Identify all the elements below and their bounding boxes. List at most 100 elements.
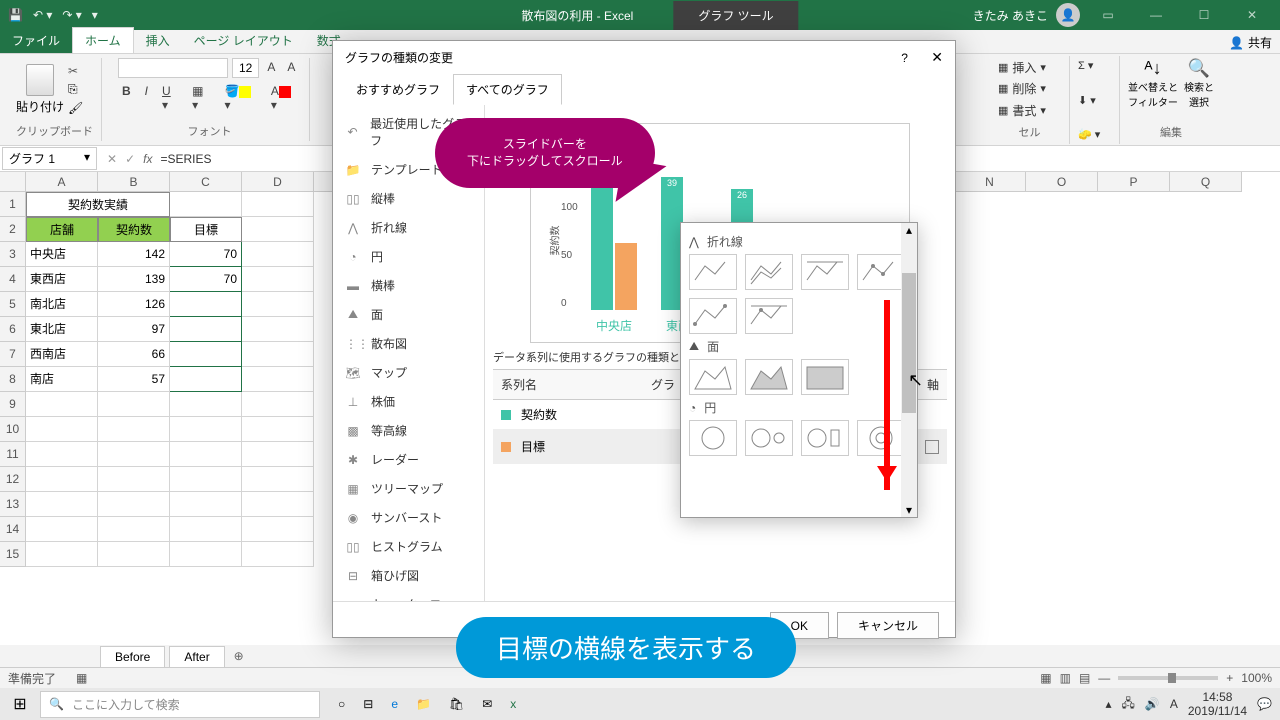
type-line[interactable]: ⋀折れ線 <box>333 213 484 242</box>
secondary-axis-checkbox[interactable] <box>925 440 939 454</box>
tab-file[interactable]: ファイル <box>0 28 72 53</box>
volume-icon[interactable]: 🔊 <box>1145 697 1160 711</box>
tab-all-charts[interactable]: すべてのグラフ <box>453 74 562 105</box>
type-column[interactable]: ▯▯縦棒 <box>333 184 484 213</box>
row-header[interactable]: 10 <box>0 417 26 442</box>
explorer-icon[interactable]: 📁 <box>416 697 431 711</box>
tab-home[interactable]: ホーム <box>72 27 134 53</box>
share-button[interactable]: 👤 共有 <box>1229 34 1272 51</box>
page-layout-icon[interactable]: ▥ <box>1060 671 1071 685</box>
minimize-icon[interactable]: — <box>1136 8 1176 22</box>
row-header[interactable]: 5 <box>0 292 26 317</box>
tab-insert[interactable]: 挿入 <box>134 28 182 53</box>
col-header[interactable]: P <box>1098 172 1170 192</box>
col-header[interactable]: B <box>98 172 170 192</box>
copy-icon[interactable]: ⎘ <box>68 82 83 97</box>
autosum-icon[interactable]: Σ ▾ <box>1078 58 1111 73</box>
cell-title[interactable]: 契約数実績 <box>26 192 170 217</box>
avatar[interactable]: 👤 <box>1056 3 1080 27</box>
row-header[interactable]: 13 <box>0 492 26 517</box>
clear-icon[interactable]: 🧽 ▾ <box>1078 127 1111 142</box>
cancel-formula-icon[interactable]: ✕ <box>107 152 117 166</box>
scrollbar-thumb[interactable] <box>902 273 916 413</box>
cell[interactable]: 126 <box>98 292 170 317</box>
tab-pagelayout[interactable]: ページ レイアウト <box>182 28 305 53</box>
fill-color-button[interactable]: 🪣 ▾ <box>221 82 261 114</box>
find-select-button[interactable]: 🔍 検索と 選択 <box>1184 58 1214 109</box>
line-markers-thumb[interactable] <box>857 254 905 290</box>
row-header[interactable]: 14 <box>0 517 26 542</box>
row-header[interactable]: 11 <box>0 442 26 467</box>
fx-icon[interactable]: fx <box>143 152 152 166</box>
area-plain-thumb[interactable] <box>689 359 737 395</box>
save-icon[interactable]: 💾 <box>8 8 23 22</box>
row-header[interactable]: 4 <box>0 267 26 292</box>
normal-view-icon[interactable]: ▦ <box>1040 671 1051 685</box>
type-radar[interactable]: ✱レーダー <box>333 445 484 474</box>
type-bar[interactable]: ▬横棒 <box>333 271 484 300</box>
pie-of-pie-thumb[interactable] <box>745 420 793 456</box>
type-area[interactable]: ⛰面 <box>333 300 484 329</box>
help-icon[interactable]: ? <box>901 51 908 65</box>
type-scatter[interactable]: ⋮⋮散布図 <box>333 329 484 358</box>
dialog-close-icon[interactable]: ✕ <box>931 49 943 65</box>
cell[interactable]: 97 <box>98 317 170 342</box>
zoom-in-icon[interactable]: + <box>1226 671 1233 685</box>
font-size-select[interactable]: 12 <box>232 58 259 78</box>
zoom-out-icon[interactable]: — <box>1098 671 1110 685</box>
new-sheet-icon[interactable]: ⊕ <box>229 649 249 663</box>
header-cell[interactable]: 店舗 <box>26 217 98 242</box>
paste-button[interactable]: 貼り付け <box>16 64 64 115</box>
grow-font-icon[interactable]: A <box>263 58 279 78</box>
italic-button[interactable]: I <box>141 82 152 114</box>
cell[interactable]: 東西店 <box>26 267 98 292</box>
cell[interactable]: 西南店 <box>26 342 98 367</box>
macro-record-icon[interactable]: ▦ <box>76 671 87 685</box>
formula-text[interactable]: =SERIES <box>160 152 211 166</box>
row-header[interactable]: 12 <box>0 467 26 492</box>
cut-icon[interactable]: ✂ <box>68 64 83 78</box>
col-header[interactable]: Q <box>1170 172 1242 192</box>
cell[interactable]: 東北店 <box>26 317 98 342</box>
row-header[interactable]: 8 <box>0 367 26 392</box>
col-header[interactable]: D <box>242 172 314 192</box>
type-pie[interactable]: ◔円 <box>333 242 484 271</box>
cell[interactable] <box>170 367 242 392</box>
customize-qat-icon[interactable]: ▾ <box>92 8 98 22</box>
format-cells-button[interactable]: ▦ 書式 ▾ <box>998 101 1061 120</box>
taskbar-search[interactable]: 🔍 ここに入力して検索 <box>40 691 320 718</box>
cell[interactable]: 南北店 <box>26 292 98 317</box>
insert-cells-button[interactable]: ▦ 挿入 ▾ <box>998 58 1061 77</box>
cell[interactable] <box>170 292 242 317</box>
type-surface[interactable]: ▩等高線 <box>333 416 484 445</box>
line-100-thumb[interactable] <box>801 254 849 290</box>
row-header[interactable]: 9 <box>0 392 26 417</box>
border-button[interactable]: ▦ ▾ <box>188 82 214 114</box>
tray-chevron-icon[interactable]: ▴ <box>1105 697 1111 711</box>
undo-icon[interactable]: ↶ ▾ <box>33 8 52 22</box>
area-100-thumb[interactable] <box>801 359 849 395</box>
doughnut-thumb[interactable] <box>857 420 905 456</box>
enter-formula-icon[interactable]: ✓ <box>125 152 135 166</box>
excel-icon[interactable]: x <box>510 697 516 711</box>
cell[interactable]: 139 <box>98 267 170 292</box>
col-header[interactable]: N <box>954 172 1026 192</box>
page-break-icon[interactable]: ▤ <box>1079 671 1090 685</box>
area-stacked-thumb[interactable] <box>745 359 793 395</box>
cell[interactable]: 66 <box>98 342 170 367</box>
bold-button[interactable]: B <box>118 82 135 114</box>
redo-icon[interactable]: ↷ ▾ <box>62 8 81 22</box>
line-100-markers-thumb[interactable] <box>745 298 793 334</box>
zoom-level[interactable]: 100% <box>1241 671 1272 685</box>
cell[interactable] <box>170 317 242 342</box>
line-stacked-thumb[interactable] <box>745 254 793 290</box>
cell[interactable]: 南店 <box>26 367 98 392</box>
row-header[interactable]: 3 <box>0 242 26 267</box>
cell[interactable]: 70 <box>170 267 242 292</box>
type-map[interactable]: 🗺マップ <box>333 358 484 387</box>
header-cell[interactable]: 目標 <box>170 217 242 242</box>
format-painter-icon[interactable]: 🖌 <box>68 101 83 115</box>
scroll-up-icon[interactable]: ▴ <box>901 223 917 237</box>
type-histogram[interactable]: ▯▯ヒストグラム <box>333 532 484 561</box>
bar-of-pie-thumb[interactable] <box>801 420 849 456</box>
